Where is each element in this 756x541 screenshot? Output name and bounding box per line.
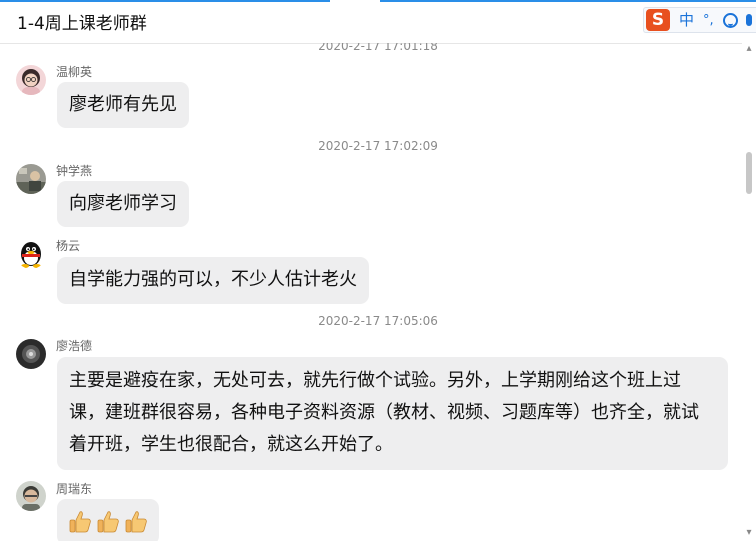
message-bubble[interactable] — [57, 499, 159, 541]
avatar[interactable] — [16, 239, 46, 269]
photo-avatar-icon — [16, 164, 46, 194]
emoji-icon[interactable] — [722, 12, 738, 28]
title-accent-right — [380, 0, 756, 2]
scroll-down-arrow-icon[interactable]: ▾ — [744, 528, 754, 538]
title-bar: 1-4周上课老师群 S 中 °, — [0, 0, 756, 44]
scrollbar-track[interactable] — [742, 43, 756, 541]
message-bubble[interactable]: 自学能力强的可以，不少人估计老火 — [57, 257, 369, 304]
sogou-logo-icon[interactable]: S — [646, 9, 670, 31]
window-title: 1-4周上课老师群 — [17, 14, 147, 34]
avatar[interactable] — [16, 164, 46, 194]
emoji-group — [67, 509, 149, 535]
thumbs-up-icon — [69, 511, 91, 533]
chat-message-list[interactable]: 2020-2-17 17:01:18 温柳英 廖老师有先见 2020-2-17 … — [0, 43, 742, 541]
avatar[interactable] — [16, 339, 46, 369]
female-avatar-icon — [16, 65, 46, 95]
avatar[interactable] — [16, 65, 46, 95]
thumbs-up-icon — [97, 511, 119, 533]
scroll-up-arrow-icon[interactable]: ▴ — [744, 44, 754, 54]
timestamp: 2020-2-17 17:02:09 — [318, 139, 438, 153]
message-bubble[interactable]: 向廖老师学习 — [57, 181, 189, 227]
timestamp: 2020-2-17 17:05:06 — [318, 314, 438, 328]
timestamp: 2020-2-17 17:01:18 — [318, 43, 438, 53]
microphone-icon[interactable] — [745, 14, 752, 26]
ime-punct-label[interactable]: °, — [703, 14, 714, 27]
message-bubble[interactable]: 主要是避疫在家，无处可去，就先行做个试验。另外，上学期刚给这个班上过课，建班群很… — [57, 357, 728, 470]
title-accent — [0, 0, 330, 2]
sender-name: 杨云 — [56, 239, 81, 253]
dark-avatar-icon — [16, 339, 46, 369]
sender-name: 钟学燕 — [56, 164, 93, 178]
ime-mode-label[interactable]: 中 — [679, 12, 694, 28]
sender-name: 温柳英 — [56, 65, 93, 79]
avatar[interactable] — [16, 481, 46, 511]
message-bubble[interactable]: 廖老师有先见 — [57, 82, 189, 128]
sender-name: 廖浩德 — [56, 339, 93, 353]
ime-toolbar[interactable]: S 中 °, — [643, 7, 756, 33]
sender-name: 周瑞东 — [56, 482, 93, 496]
thumbs-up-icon — [125, 511, 147, 533]
qq-penguin-avatar-icon — [16, 239, 46, 269]
scrollbar-thumb[interactable] — [746, 152, 752, 194]
man-avatar-icon — [16, 481, 46, 511]
